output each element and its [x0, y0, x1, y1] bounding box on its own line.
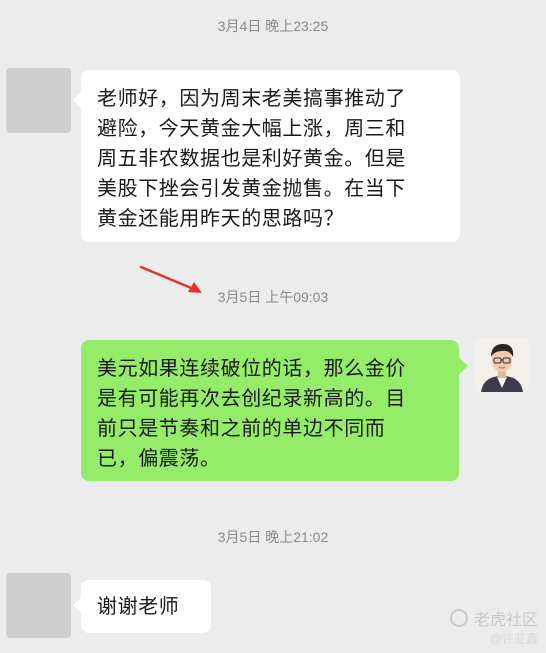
student-avatar[interactable]	[6, 68, 71, 133]
timestamp: 3月5日 晚上21:02	[217, 529, 329, 545]
watermark-brand-text: 老虎社区	[473, 612, 538, 629]
message-line: 谢谢老师	[97, 594, 180, 618]
message-line: 美元如果连续破位的话，那么金价	[97, 356, 406, 380]
message-line: 是有可能再次去创纪录新高的。目	[97, 386, 406, 410]
timestamp: 3月5日 上午09:03	[217, 289, 329, 305]
message-line: 避险，今天黄金大幅上涨，周三和	[97, 116, 406, 140]
tiger-logo-icon	[449, 609, 468, 627]
message-line: 已，偏震荡。	[97, 446, 221, 470]
watermark-handle: @许亚鑫	[489, 632, 538, 646]
bubble-tail	[459, 358, 468, 374]
message-line: 老师好，因为周末老美搞事推动了	[97, 86, 406, 110]
message-bubble-student[interactable]: 谢谢老师	[81, 580, 211, 633]
teacher-avatar[interactable]	[475, 338, 529, 392]
student-avatar[interactable]	[6, 573, 71, 638]
message-line: 周五非农数据也是利好黄金。但是	[97, 146, 406, 170]
teacher-avatar-photo	[475, 338, 529, 392]
timestamp: 3月4日 晚上23:25	[217, 18, 329, 34]
watermark-brand: 老虎社区	[449, 606, 538, 630]
message-bubble-teacher[interactable]: 美元如果连续破位的话，那么金价 是有可能再次去创纪录新高的。目 前只是节奏和之前…	[81, 340, 459, 481]
chat-window: 3月4日 晚上23:25 老师好，因为周末老美搞事推动了 避险，今天黄金大幅上涨…	[0, 0, 546, 653]
message-bubble-student[interactable]: 老师好，因为周末老美搞事推动了 避险，今天黄金大幅上涨，周三和 周五非农数据也是…	[81, 70, 460, 242]
watermark: 老虎社区 @许亚鑫	[449, 606, 538, 647]
message-line: 黄金还能用昨天的思路吗？	[97, 206, 345, 230]
message-line: 前只是节奏和之前的单边不同而	[97, 416, 386, 440]
message-line: 美股下挫会引发黄金抛售。在当下	[97, 176, 406, 200]
